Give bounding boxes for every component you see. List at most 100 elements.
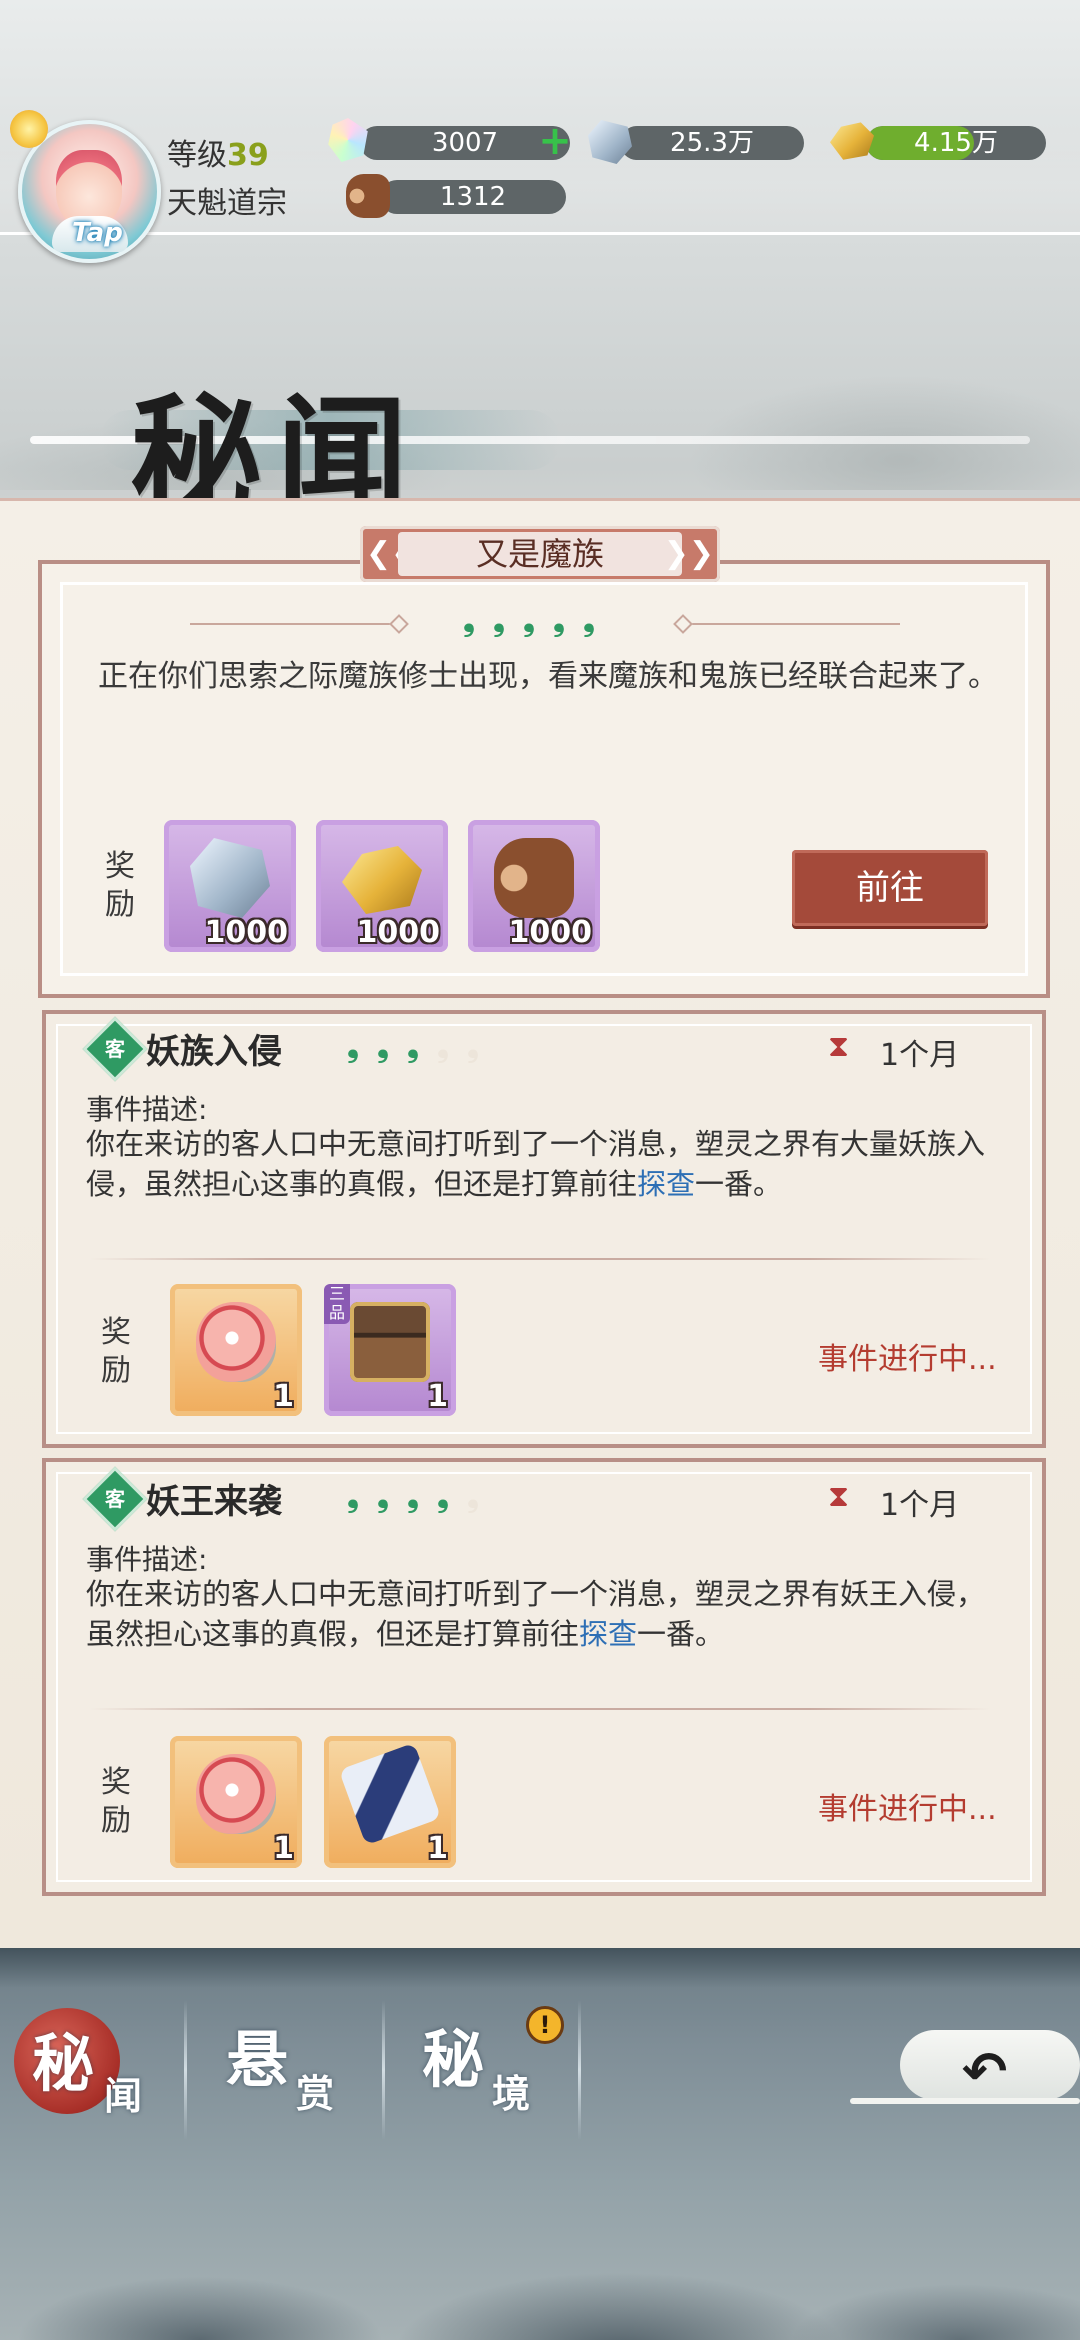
top-status-bar: Tap 等级39 天魁道宗 3007 + 25.3万 4.15万 1312	[0, 110, 1080, 263]
event-difficulty-stars: ❟ ❟ ❟ ❟ ❟	[340, 1480, 486, 1514]
tab-bounty[interactable]: 悬 赏	[190, 2005, 380, 2140]
explore-link[interactable]: 探查	[637, 1167, 695, 1201]
tab-separator	[184, 2000, 187, 2140]
event-divider	[90, 1258, 990, 1260]
difficulty-mark-filled-icon: ❟	[437, 1479, 449, 1514]
sun-icon	[10, 110, 48, 148]
event-title: 妖族入侵	[146, 1032, 282, 1072]
difficulty-mark-empty-icon: ❟	[437, 1029, 449, 1064]
tab-secret-news-small: 闻	[104, 2073, 143, 2118]
featured-title: 又是魔族	[398, 532, 682, 576]
tab-secret-news-big: 秘	[32, 2027, 95, 2100]
hourglass-icon: ⧗	[828, 1029, 850, 1064]
featured-difficulty-stars: ❟ ❟ ❟ ❟ ❟	[456, 604, 602, 638]
event-reward-label: 奖励	[101, 1315, 131, 1388]
tab-bounty-big: 悬	[226, 2023, 289, 2096]
add-crystal-button[interactable]: +	[538, 121, 572, 161]
reward-tile[interactable]: 三品 1	[324, 1284, 456, 1416]
spirit-egg-icon	[196, 1754, 276, 1834]
difficulty-mark-filled-icon: ❟	[523, 603, 535, 638]
difficulty-mark-empty-icon: ❟	[467, 1479, 479, 1514]
event-description-end: 一番。	[695, 1167, 783, 1201]
difficulty-mark-filled-icon: ❟	[493, 603, 505, 638]
back-arrow-icon[interactable]: ↶	[962, 2040, 1007, 2103]
event-description: 你在来访的客人口中无意间打听到了一个消息，塑灵之界有大量妖族入侵，虽然担心这事的…	[86, 1124, 986, 1204]
gold-amount: 4.15万	[914, 128, 998, 158]
event-description-end: 一番。	[637, 1617, 725, 1651]
difficulty-mark-filled-icon: ❟	[377, 1479, 389, 1514]
sect-name: 天魁道宗	[167, 186, 287, 221]
featured-reward-label: 奖励	[105, 849, 135, 922]
spirit-stone-icon	[190, 838, 270, 918]
spirit-egg-icon	[196, 1302, 276, 1382]
tab-secret-news[interactable]: 秘 闻	[10, 2005, 180, 2140]
difficulty-mark-filled-icon: ❟	[407, 1029, 419, 1064]
gold-ore-icon	[342, 846, 422, 914]
spirit-stone-amount: 25.3万	[670, 128, 754, 158]
reward-count: 1000	[356, 915, 441, 950]
alert-icon: !	[526, 2006, 564, 2044]
difficulty-mark-filled-icon: ❟	[347, 1479, 359, 1514]
tab-separator	[382, 2000, 385, 2140]
reward-tile[interactable]: 1	[170, 1736, 302, 1868]
explore-link[interactable]: 探查	[579, 1617, 637, 1651]
event-title: 妖王来袭	[146, 1482, 282, 1522]
guest-badge-label: 客	[105, 1487, 125, 1511]
spirit-stone-pill: 25.3万	[620, 126, 804, 160]
divider-right	[690, 623, 900, 625]
gold-pill: 4.15万	[866, 126, 1046, 160]
reward-tile[interactable]: 1000	[468, 820, 600, 952]
event-difficulty-stars: ❟ ❟ ❟ ❟ ❟	[340, 1030, 486, 1064]
difficulty-mark-filled-icon: ❟	[377, 1029, 389, 1064]
hourglass-icon: ⧗	[828, 1479, 850, 1514]
tab-separator	[578, 2000, 581, 2140]
wood-log-icon	[494, 838, 574, 918]
reward-count: 1	[427, 1831, 448, 1866]
tab-bounty-small: 赏	[296, 2071, 335, 2116]
event-description-text: 你在来访的客人口中无意间打听到了一个消息，塑灵之界有妖王入侵，虽然担心这事的真假…	[86, 1577, 986, 1651]
event-description-text: 你在来访的客人口中无意间打听到了一个消息，塑灵之界有大量妖族入侵，虽然担心这事的…	[86, 1127, 986, 1201]
go-button[interactable]: 前往	[792, 850, 988, 926]
reward-count: 1000	[508, 915, 593, 950]
difficulty-mark-filled-icon: ❟	[407, 1479, 419, 1514]
reward-count: 1	[427, 1379, 448, 1414]
reward-count: 1000	[204, 915, 289, 950]
event-description: 你在来访的客人口中无意间打听到了一个消息，塑灵之界有妖王入侵，虽然担心这事的真假…	[86, 1574, 986, 1654]
reward-count: 1	[273, 1379, 294, 1414]
featured-description: 正在你们思索之际魔族修士出现，看来魔族和鬼族已经联合起来了。	[98, 659, 998, 694]
wood-pill: 1312	[380, 180, 566, 214]
grade-badge: 三品	[324, 1284, 350, 1324]
difficulty-mark-filled-icon: ❟	[553, 603, 565, 638]
reward-tile[interactable]: 1	[324, 1736, 456, 1868]
tab-secret-realm-big: 秘	[422, 2023, 485, 2096]
event-duration: 1个月	[880, 1488, 960, 1523]
crystal-amount: 3007	[431, 128, 499, 158]
difficulty-mark-filled-icon: ❟	[463, 603, 475, 638]
wood-log-icon	[346, 174, 390, 218]
bottom-nav-shadow	[0, 1948, 1080, 1988]
event-description-label: 事件描述:	[86, 1543, 208, 1576]
tab-secret-realm-small: 境	[492, 2071, 531, 2116]
event-divider	[90, 1708, 990, 1710]
reward-tile[interactable]: 1	[170, 1284, 302, 1416]
event-duration: 1个月	[880, 1038, 960, 1073]
level-text: 等级	[167, 138, 227, 173]
treasure-chest-icon	[350, 1302, 430, 1382]
wood-amount: 1312	[439, 182, 507, 212]
level-label: 等级39	[167, 130, 269, 174]
reward-tile[interactable]: 1000	[164, 820, 296, 952]
featured-title-plate: ❮❮ 又是魔族 ❯❯	[360, 526, 720, 582]
scroll-icon	[338, 1742, 442, 1846]
ink-hills-decoration	[0, 2190, 1080, 2340]
difficulty-mark-filled-icon: ❟	[347, 1029, 359, 1064]
difficulty-mark-empty-icon: ❟	[467, 1029, 479, 1064]
divider-left	[190, 623, 400, 625]
plate-right-arrows: ❯❯	[663, 536, 714, 571]
event-reward-label: 奖励	[101, 1765, 131, 1838]
reward-count: 1	[273, 1831, 294, 1866]
reward-tile[interactable]: 1000	[316, 820, 448, 952]
event-status: 事件进行中...	[818, 1792, 997, 1827]
event-description-label: 事件描述:	[86, 1093, 208, 1126]
level-value: 39	[227, 138, 269, 173]
guest-badge-label: 客	[105, 1037, 125, 1061]
